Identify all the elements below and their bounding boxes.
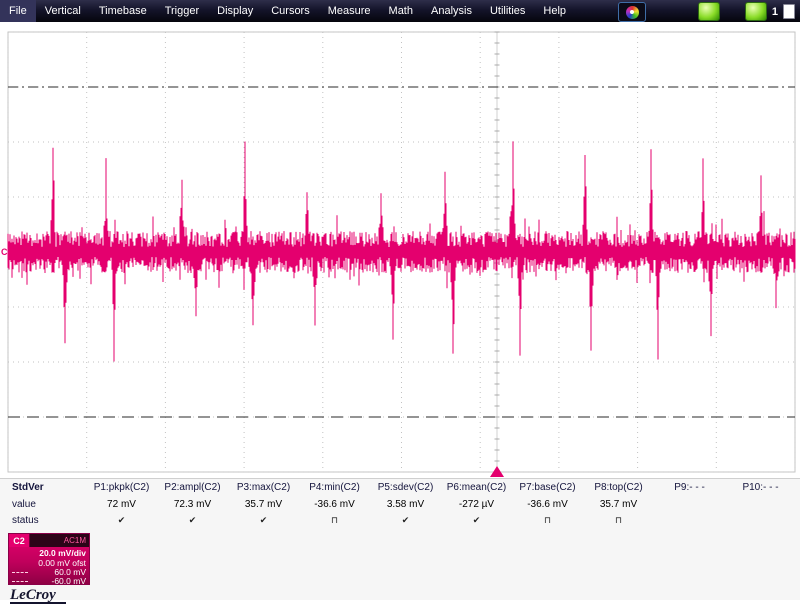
measurement-name-p10[interactable]: P10:- - - [725, 482, 796, 493]
dash-line-icon [12, 581, 28, 582]
measurement-value-p6: -272 µV [441, 499, 512, 510]
menu-item-utilities[interactable]: Utilities [481, 0, 534, 22]
lecroy-logo: LeCroy [10, 588, 66, 604]
measurement-name-p8[interactable]: P8:top(C2) [583, 482, 654, 493]
measurement-value-row: value 72 mV 72.3 mV 35.7 mV -36.6 mV 3.5… [0, 496, 800, 513]
measurement-panel: StdVer P1:pkpk(C2) P2:ampl(C2) P3:max(C2… [0, 478, 800, 530]
oscilloscope-app: File Vertical Timebase Trigger Display C… [0, 0, 800, 600]
measurement-name-p9[interactable]: P9:- - - [654, 482, 725, 493]
pinwheel-glyph [626, 6, 639, 19]
measurement-value-p7: -36.6 mV [512, 499, 583, 510]
menu-item-math[interactable]: Math [380, 0, 422, 22]
menu-item-help[interactable]: Help [534, 0, 575, 22]
measurement-name-p4[interactable]: P4:min(C2) [299, 482, 370, 493]
measurement-status-row: status ✔ ✔ ✔ ⊓ ✔ ✔ ⊓ ⊓ [0, 513, 800, 528]
measure-mode-label: StdVer [0, 482, 86, 493]
channel-lower-level-row: -60.0 mV [12, 577, 86, 586]
menu-item-timebase[interactable]: Timebase [90, 0, 156, 22]
measurement-name-p5[interactable]: P5:sdev(C2) [370, 482, 441, 493]
menu-item-analysis[interactable]: Analysis [422, 0, 481, 22]
measurement-value-p8: 35.7 mV [583, 499, 654, 510]
channel-volts-div: 20.0 mV/div [12, 548, 86, 558]
measurement-value-p4: -36.6 mV [299, 499, 370, 510]
channel-settings: 20.0 mV/div 0.00 mV ofst 60.0 mV -60.0 m… [9, 547, 89, 586]
measurement-value-p1: 72 mV [86, 499, 157, 510]
channel-lower-level: -60.0 mV [52, 577, 87, 586]
measurement-name-p2[interactable]: P2:ampl(C2) [157, 482, 228, 493]
menu-item-display[interactable]: Display [208, 0, 262, 22]
channel-coupling-label: AC1M [30, 534, 89, 547]
waveform-display: C2 [0, 22, 800, 478]
scope-graticule: C2 [0, 22, 800, 478]
measurement-value-p2: 72.3 mV [157, 499, 228, 510]
measurement-status-p3: ✔ [228, 515, 299, 526]
channel-label: C2 [9, 534, 30, 547]
measurement-status-p5: ✔ [370, 515, 441, 526]
measurement-name-p1[interactable]: P1:pkpk(C2) [86, 482, 157, 493]
status-row-label: status [0, 515, 86, 526]
measurement-value-p3: 35.7 mV [228, 499, 299, 510]
measurement-name-p3[interactable]: P3:max(C2) [228, 482, 299, 493]
menu-item-measure[interactable]: Measure [319, 0, 380, 22]
channel-header: C2 AC1M [9, 534, 89, 547]
menu-bar: File Vertical Timebase Trigger Display C… [0, 0, 800, 22]
measurement-status-p8: ⊓ [583, 515, 654, 526]
menu-tray: 1 [745, 2, 795, 21]
svg-text:C2: C2 [1, 247, 13, 257]
measurement-name-p6[interactable]: P6:mean(C2) [441, 482, 512, 493]
value-row-label: value [0, 499, 86, 510]
measurement-status-p4: ⊓ [299, 515, 370, 526]
measurement-status-p7: ⊓ [512, 515, 583, 526]
measurement-status-p6: ✔ [441, 515, 512, 526]
lecroy-pinwheel-icon[interactable] [618, 2, 646, 22]
menu-item-file[interactable]: File [0, 0, 36, 22]
measurement-status-p1: ✔ [86, 515, 157, 526]
menu-item-cursors[interactable]: Cursors [262, 0, 319, 22]
measurement-value-p5: 3.58 mV [370, 499, 441, 510]
measurement-name-row: StdVer P1:pkpk(C2) P2:ampl(C2) P3:max(C2… [0, 479, 800, 496]
menu-item-trigger[interactable]: Trigger [156, 0, 208, 22]
trigger-position-marker[interactable] [490, 466, 504, 477]
bottom-panel: C2 AC1M 20.0 mV/div 0.00 mV ofst 60.0 mV… [0, 530, 800, 600]
document-icon[interactable] [783, 4, 795, 19]
measurement-status-p2: ✔ [157, 515, 228, 526]
panel-led-icon[interactable] [745, 2, 767, 21]
page-count-label: 1 [772, 6, 778, 18]
dashdot-line-icon [12, 572, 28, 573]
channel-descriptor-c2[interactable]: C2 AC1M 20.0 mV/div 0.00 mV ofst 60.0 mV… [8, 533, 90, 585]
measurement-name-p7[interactable]: P7:base(C2) [512, 482, 583, 493]
menu-item-vertical[interactable]: Vertical [36, 0, 90, 22]
status-led-icon[interactable] [698, 2, 720, 21]
